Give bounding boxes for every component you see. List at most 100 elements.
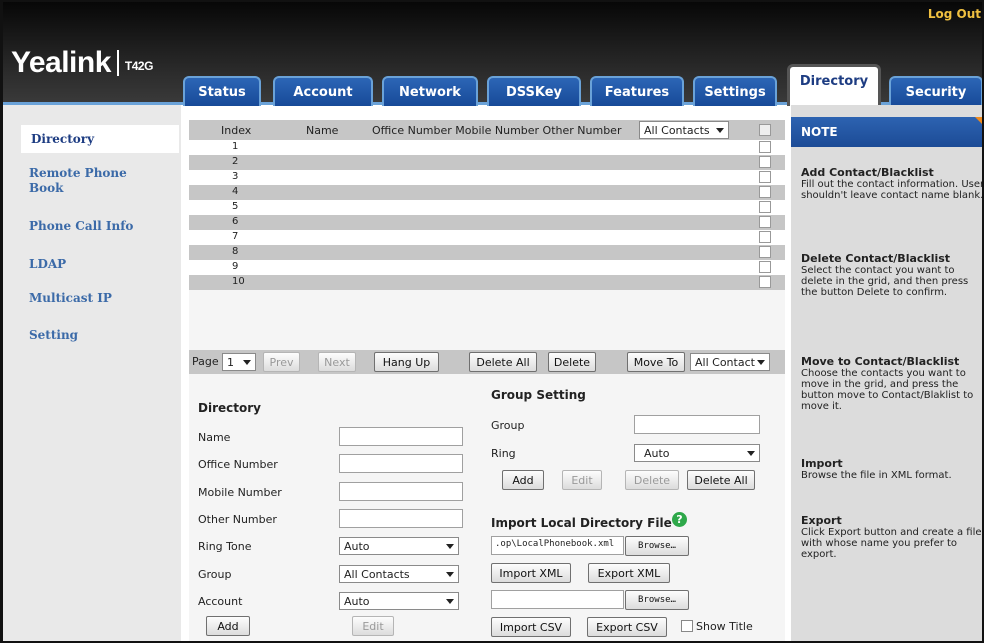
table-row[interactable]: 6 bbox=[189, 215, 785, 230]
note-export: Export Click Export button and create a … bbox=[801, 515, 982, 560]
page-select-value: 1 bbox=[227, 356, 234, 369]
note-section-title: Import bbox=[801, 457, 843, 470]
browse-csv-button[interactable]: Browse… bbox=[625, 590, 689, 610]
logout-link[interactable]: Log Out bbox=[928, 7, 981, 21]
move-to-button[interactable]: Move To bbox=[627, 352, 685, 372]
directory-form-area: Directory Name Office Number Mobile Numb… bbox=[189, 374, 785, 641]
tab-dsskey[interactable]: DSSKey bbox=[487, 76, 581, 106]
delete-all-groups-button[interactable]: Delete All bbox=[687, 470, 755, 490]
note-import: Import Browse the file in XML format. bbox=[801, 457, 982, 481]
row-checkbox[interactable] bbox=[759, 261, 771, 273]
export-xml-button[interactable]: Export XML bbox=[588, 563, 670, 583]
model-label: T42G bbox=[124, 59, 154, 73]
move-target-select[interactable]: All Contact bbox=[690, 353, 770, 371]
row-checkbox[interactable] bbox=[759, 201, 771, 213]
add-contact-button[interactable]: Add bbox=[206, 616, 250, 636]
hang-up-button[interactable]: Hang Up bbox=[374, 352, 439, 372]
export-csv-button[interactable]: Export CSV bbox=[587, 617, 667, 637]
delete-group-button[interactable]: Delete bbox=[625, 470, 679, 490]
import-csv-button[interactable]: Import CSV bbox=[491, 617, 571, 637]
note-add-contact: Add Contact/Blacklist Fill out the conta… bbox=[801, 166, 982, 201]
table-row[interactable]: 10 bbox=[189, 275, 785, 290]
sidebar-item-phone-call-info[interactable]: Phone Call Info bbox=[29, 219, 133, 234]
sidebar: Directory Remote Phone Book Phone Call I… bbox=[3, 105, 181, 641]
row-index: 1 bbox=[232, 141, 239, 152]
tab-directory[interactable]: Directory bbox=[787, 64, 881, 106]
row-checkbox[interactable] bbox=[759, 216, 771, 228]
ring-tone-select[interactable]: Auto bbox=[339, 537, 459, 555]
browse-xml-button[interactable]: Browse… bbox=[625, 536, 689, 556]
csv-file-field[interactable] bbox=[491, 590, 624, 609]
row-checkbox[interactable] bbox=[759, 231, 771, 243]
row-checkbox[interactable] bbox=[759, 141, 771, 153]
row-checkbox[interactable] bbox=[759, 246, 771, 258]
row-index: 6 bbox=[232, 216, 239, 227]
tab-settings[interactable]: Settings bbox=[693, 76, 777, 106]
sidebar-item-multicast-ip[interactable]: Multicast IP bbox=[29, 291, 112, 306]
grid-toolbar: Page 1 Prev Next Hang Up Delete All Dele… bbox=[189, 350, 785, 374]
sidebar-item-ldap[interactable]: LDAP bbox=[29, 257, 66, 272]
edit-contact-button[interactable]: Edit bbox=[352, 616, 394, 636]
row-index: 8 bbox=[232, 246, 239, 257]
header-bar: Log Out Yealink T42G Status Account Netwo… bbox=[3, 2, 982, 106]
table-row[interactable]: 9 bbox=[189, 260, 785, 275]
select-all-checkbox[interactable] bbox=[759, 124, 771, 136]
group-name-field[interactable] bbox=[634, 415, 760, 434]
office-number-field[interactable] bbox=[339, 454, 463, 473]
row-checkbox[interactable] bbox=[759, 186, 771, 198]
table-row[interactable]: 4 bbox=[189, 185, 785, 200]
row-index: 7 bbox=[232, 231, 239, 242]
chevron-down-icon bbox=[716, 128, 724, 133]
show-title-label: Show Title bbox=[696, 620, 753, 633]
tab-features[interactable]: Features bbox=[590, 76, 684, 106]
mobile-number-field[interactable] bbox=[339, 482, 463, 501]
file-path-field[interactable]: .op\LocalPhonebook.xml bbox=[491, 536, 624, 555]
logo-text: Yealink bbox=[11, 46, 111, 79]
table-row[interactable]: 1 bbox=[189, 140, 785, 155]
group-setting-group-label: Group bbox=[491, 419, 525, 432]
row-checkbox[interactable] bbox=[759, 156, 771, 168]
other-number-label: Other Number bbox=[198, 513, 277, 526]
ring-tone-value: Auto bbox=[344, 540, 370, 553]
prev-page-button[interactable]: Prev bbox=[263, 352, 300, 372]
sidebar-item-setting[interactable]: Setting bbox=[29, 328, 78, 343]
next-page-button[interactable]: Next bbox=[318, 352, 356, 372]
delete-all-contacts-button[interactable]: Delete All bbox=[469, 352, 537, 372]
account-value: Auto bbox=[344, 595, 370, 608]
account-select[interactable]: Auto bbox=[339, 592, 459, 610]
row-index: 10 bbox=[232, 276, 245, 287]
table-row[interactable]: 5 bbox=[189, 200, 785, 215]
logo-divider bbox=[116, 50, 119, 76]
edit-group-button[interactable]: Edit bbox=[562, 470, 602, 490]
add-group-button[interactable]: Add bbox=[502, 470, 544, 490]
page-select[interactable]: 1 bbox=[222, 353, 256, 371]
name-field[interactable] bbox=[339, 427, 463, 446]
tab-status[interactable]: Status bbox=[183, 76, 261, 106]
contact-filter-select[interactable]: All Contacts bbox=[639, 121, 729, 139]
group-ring-select[interactable]: Auto bbox=[634, 444, 760, 462]
delete-contact-button[interactable]: Delete bbox=[548, 352, 596, 372]
tab-account[interactable]: Account bbox=[273, 76, 373, 106]
group-setting-ring-label: Ring bbox=[491, 447, 516, 460]
row-checkbox[interactable] bbox=[759, 171, 771, 183]
show-title-checkbox[interactable] bbox=[681, 620, 693, 632]
sidebar-item-directory[interactable]: Directory bbox=[21, 125, 179, 153]
help-icon[interactable]: ? bbox=[672, 512, 687, 527]
import-xml-button[interactable]: Import XML bbox=[491, 563, 571, 583]
row-checkbox[interactable] bbox=[759, 276, 771, 288]
sidebar-item-remote-phone-book[interactable]: Remote Phone Book bbox=[29, 166, 159, 196]
group-select[interactable]: All Contacts bbox=[339, 565, 459, 583]
row-index: 9 bbox=[232, 261, 239, 272]
table-row[interactable]: 7 bbox=[189, 230, 785, 245]
tab-security[interactable]: Security bbox=[889, 76, 982, 106]
account-label: Account bbox=[198, 595, 243, 608]
other-number-field[interactable] bbox=[339, 509, 463, 528]
row-index: 3 bbox=[232, 171, 239, 182]
note-move-contact: Move to Contact/Blacklist Choose the con… bbox=[801, 356, 982, 412]
table-row[interactable]: 8 bbox=[189, 245, 785, 260]
table-row[interactable]: 2 bbox=[189, 155, 785, 170]
group-label: Group bbox=[198, 568, 232, 581]
table-row[interactable]: 3 bbox=[189, 170, 785, 185]
tab-network[interactable]: Network bbox=[382, 76, 478, 106]
note-section-title: Add Contact/Blacklist bbox=[801, 166, 934, 179]
